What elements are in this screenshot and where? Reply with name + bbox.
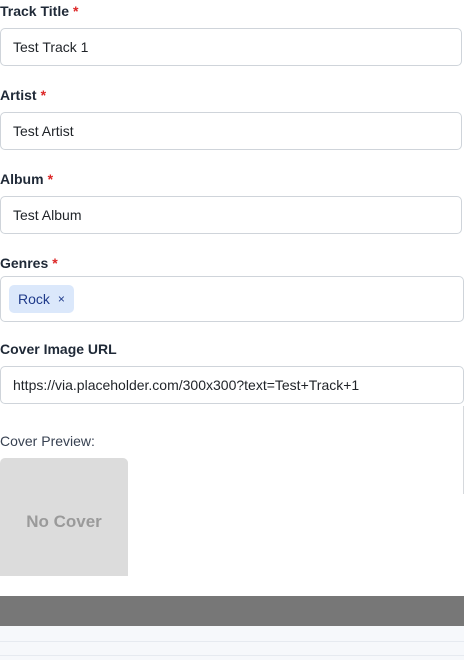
- cover-image-url-input[interactable]: [0, 366, 464, 404]
- required-marker: *: [73, 3, 79, 19]
- album-label-text: Album: [0, 171, 44, 187]
- required-marker: *: [47, 171, 54, 187]
- list-row-divider: [0, 641, 464, 642]
- modal-backdrop: [0, 596, 464, 626]
- album-input[interactable]: [0, 196, 462, 234]
- cover-image-url-label: Cover Image URL: [0, 339, 117, 359]
- required-marker: *: [52, 255, 58, 271]
- list-row-divider: [0, 655, 464, 656]
- genre-tag-rock: Rock ×: [9, 285, 74, 313]
- close-icon[interactable]: ×: [58, 293, 65, 305]
- no-cover-placeholder: No Cover: [26, 512, 102, 531]
- artist-label: Artist *: [0, 85, 46, 105]
- genre-tag-label: Rock: [18, 291, 50, 307]
- track-title-input[interactable]: [0, 28, 462, 66]
- required-marker: *: [40, 87, 47, 103]
- artist-input[interactable]: [0, 112, 462, 150]
- genres-label: Genres *: [0, 253, 58, 273]
- genres-label-text: Genres: [0, 255, 49, 271]
- track-edit-form: Track Title* Artist* Album* Genres* Rock…: [0, 0, 464, 596]
- cover-preview-label: Cover Preview:: [0, 433, 95, 449]
- cover-image-url-label-text: Cover Image URL: [0, 341, 117, 357]
- cover-preview-image: No Cover: [0, 458, 128, 576]
- artist-label-text: Artist: [0, 87, 37, 103]
- genres-tag-input[interactable]: Rock ×: [0, 276, 464, 322]
- track-title-label-text: Track Title: [0, 3, 70, 19]
- track-title-label: Track Title *: [0, 1, 78, 21]
- album-label: Album *: [0, 169, 53, 189]
- background-list: [0, 626, 464, 660]
